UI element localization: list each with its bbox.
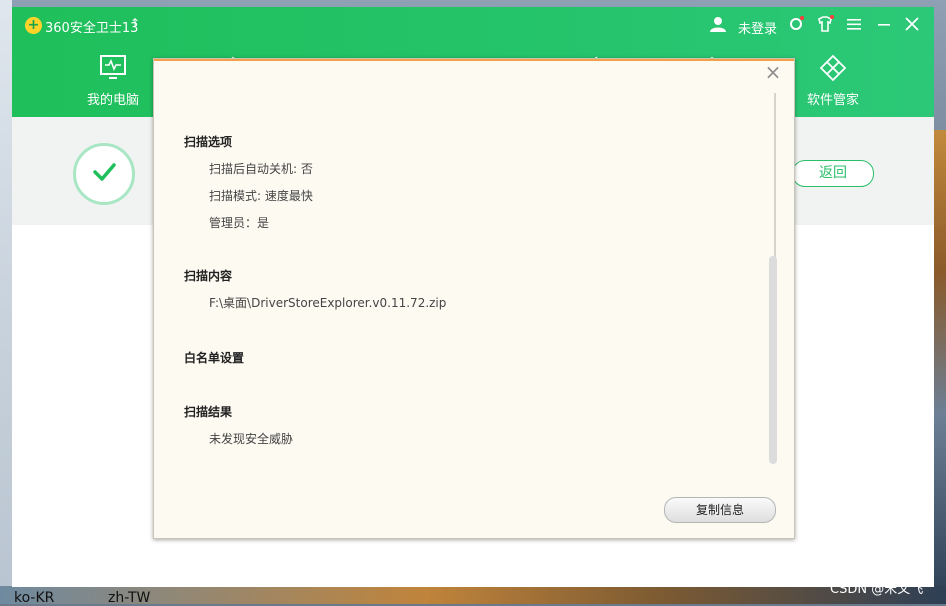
status-ok-ring — [73, 143, 135, 205]
section-heading-scan-result: 扫描结果 — [184, 405, 233, 419]
nav-my-computer-label: 我的电脑 — [86, 93, 139, 108]
nav-my-computer[interactable]: 我的电脑 — [73, 53, 153, 108]
app-title: 360安全卫士13 — [45, 21, 139, 36]
scan-result-text: 未发现安全威胁 — [209, 432, 294, 446]
section-heading-scan-options: 扫描选项 — [184, 135, 233, 149]
monitor-icon — [100, 55, 126, 79]
watermark: CSDN @宋文飞 — [830, 582, 924, 597]
scan-option-shutdown: 扫描后自动关机: 否 — [209, 162, 313, 176]
dialog-accent-line — [154, 59, 794, 61]
dialog-close-icon[interactable]: × — [764, 62, 782, 82]
dialog-scrollbar-thumb[interactable] — [769, 256, 777, 464]
section-heading-scan-content: 扫描内容 — [184, 269, 233, 283]
minimize-icon[interactable] — [875, 15, 893, 33]
skin-shirt-icon[interactable] — [816, 15, 834, 33]
copy-info-button[interactable]: 复制信息 — [664, 497, 776, 523]
nav-software-manager[interactable]: 软件管家 — [793, 53, 873, 108]
close-window-icon[interactable] — [903, 15, 921, 33]
back-button[interactable]: 返回 — [792, 160, 874, 187]
login-status[interactable]: 未登录 — [738, 18, 777, 37]
scan-content-path: F:\桌面\DriverStoreExplorer.v0.11.72.zip — [209, 296, 447, 310]
user-icon[interactable] — [709, 15, 727, 33]
nav-software-manager-label: 软件管家 — [806, 93, 859, 108]
scan-option-mode: 扫描模式: 速度最快 — [209, 189, 313, 203]
section-heading-whitelist: 白名单设置 — [184, 351, 245, 365]
desktop-left-edge — [0, 0, 12, 604]
check-icon — [93, 163, 116, 181]
software-manager-icon — [819, 54, 847, 82]
upgrade-arrow-icon[interactable]: ↑ — [130, 16, 140, 30]
settings-icon[interactable] — [787, 15, 805, 33]
menu-icon[interactable] — [845, 15, 863, 33]
app-logo-icon: + — [25, 17, 42, 34]
scan-info-dialog: × 扫描选项 扫描后自动关机: 否 扫描模式: 速度最快 管理员：是 扫描内容 … — [153, 58, 795, 539]
scan-option-admin: 管理员：是 — [209, 216, 270, 230]
